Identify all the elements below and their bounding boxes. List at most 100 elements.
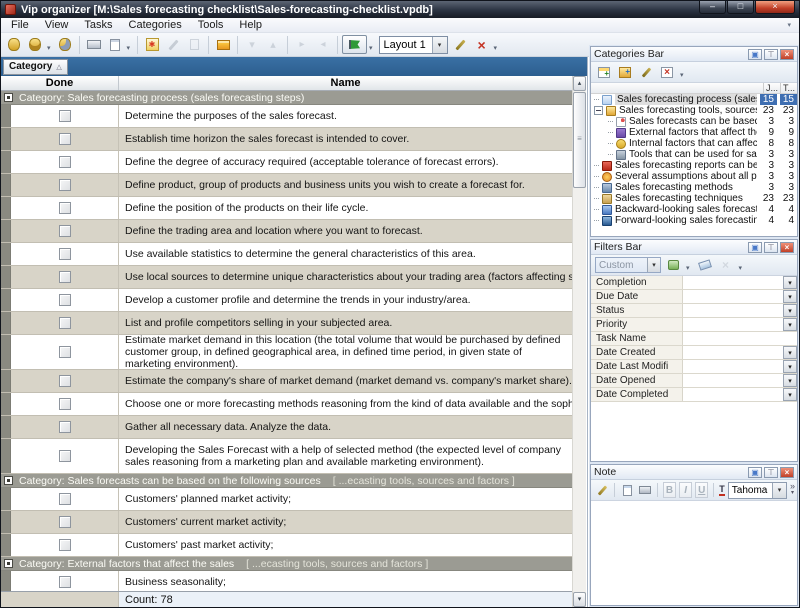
task-checkbox[interactable] bbox=[59, 450, 71, 462]
task-row[interactable]: Establish time horizon the sales forecas… bbox=[1, 128, 572, 151]
chevron-down-icon[interactable]: ▾ bbox=[493, 38, 501, 52]
close-button[interactable]: × bbox=[755, 1, 795, 14]
category-tree-item[interactable]: Sales forecasting techniques2323 bbox=[591, 193, 797, 204]
category-group-row[interactable]: Category: Sales forecasting process (sal… bbox=[1, 91, 572, 105]
new-category-icon[interactable] bbox=[595, 64, 613, 81]
filters-close-icon[interactable]: × bbox=[780, 242, 794, 253]
category-tree-item[interactable]: Sales forecasting process (sales forecas… bbox=[591, 94, 797, 105]
chevron-down-icon[interactable]: ▾ bbox=[685, 258, 693, 272]
menu-view[interactable]: View bbox=[37, 18, 77, 32]
filter-value-input[interactable] bbox=[683, 318, 783, 331]
task-row[interactable]: Use available statistics to determine th… bbox=[1, 243, 572, 266]
filter-dropdown-icon[interactable]: ▾ bbox=[783, 388, 797, 401]
chevron-down-icon[interactable]: ▾ bbox=[679, 65, 687, 79]
maximize-button[interactable]: □ bbox=[727, 1, 754, 14]
task-checkbox[interactable] bbox=[59, 202, 71, 214]
menu-tools[interactable]: Tools bbox=[190, 18, 232, 32]
chevron-down-icon[interactable]: ▾ bbox=[772, 483, 786, 498]
task-checkbox[interactable] bbox=[59, 179, 71, 191]
task-checkbox[interactable] bbox=[59, 156, 71, 168]
filter-dropdown-icon[interactable]: ▾ bbox=[783, 360, 797, 373]
task-checkbox[interactable] bbox=[59, 375, 71, 387]
filter-value-input[interactable] bbox=[683, 304, 783, 317]
chevron-down-icon[interactable]: ▾ bbox=[647, 258, 660, 272]
category-tree-item[interactable]: Several assumptions about all possible s… bbox=[591, 171, 797, 182]
task-checkbox[interactable] bbox=[59, 421, 71, 433]
category-tree-item[interactable]: Sales forecasting methods33 bbox=[591, 182, 797, 193]
menu-categories[interactable]: Categories bbox=[121, 18, 190, 32]
database-open-icon[interactable] bbox=[25, 35, 45, 55]
print-preview-icon[interactable] bbox=[105, 35, 125, 55]
categories-close-icon[interactable]: × bbox=[780, 49, 794, 60]
filter-dropdown-icon[interactable]: ▾ bbox=[783, 346, 797, 359]
task-row[interactable]: Gather all necessary data. Analyze the d… bbox=[1, 416, 572, 439]
task-row[interactable]: Define the trading area and location whe… bbox=[1, 220, 572, 243]
note-editor[interactable] bbox=[591, 501, 797, 605]
task-checkbox[interactable] bbox=[59, 493, 71, 505]
categories-float-icon[interactable]: ▣ bbox=[748, 49, 762, 60]
task-checkbox[interactable] bbox=[59, 248, 71, 260]
task-row[interactable]: Choose one or more forecasting methods r… bbox=[1, 393, 572, 416]
category-tree-item[interactable]: Tools that can be used for sales forecas… bbox=[591, 149, 797, 160]
column-header-done[interactable]: Done bbox=[1, 76, 119, 90]
scroll-up-icon[interactable]: ▴ bbox=[573, 76, 586, 91]
collapse-icon[interactable] bbox=[594, 106, 603, 115]
task-row[interactable]: Develop a customer profile and determine… bbox=[1, 289, 572, 312]
note-close-icon[interactable]: × bbox=[780, 467, 794, 478]
filter-dropdown-icon[interactable]: ▾ bbox=[783, 304, 797, 317]
scrollbar-thumb[interactable]: ≡ bbox=[573, 92, 586, 188]
group-by-category-button[interactable]: Category bbox=[3, 59, 68, 75]
task-row[interactable]: Define the position of the products on t… bbox=[1, 197, 572, 220]
chevron-down-icon[interactable]: ▾ bbox=[432, 37, 447, 53]
toolbar-overflow-icon[interactable]: »▾ bbox=[790, 483, 795, 497]
database-save-icon[interactable] bbox=[55, 35, 75, 55]
new-task-icon[interactable] bbox=[142, 35, 162, 55]
filter-dropdown-icon[interactable]: ▾ bbox=[783, 374, 797, 387]
font-combo[interactable]: Tahoma ▾ bbox=[728, 482, 787, 499]
delete-layout-icon[interactable] bbox=[472, 35, 492, 55]
vertical-scrollbar[interactable]: ▴ ≡ ▾ bbox=[572, 76, 586, 607]
task-row[interactable]: Define product, group of products and bu… bbox=[1, 174, 572, 197]
categories-pin-icon[interactable]: ⊤ bbox=[764, 49, 778, 60]
menu-help[interactable]: Help bbox=[231, 18, 270, 32]
note-float-icon[interactable]: ▣ bbox=[748, 467, 762, 478]
filters-float-icon[interactable]: ▣ bbox=[748, 242, 762, 253]
title-bar[interactable]: Vip organizer [M:\Sales forecasting chec… bbox=[1, 1, 799, 18]
chevron-down-icon[interactable]: ▾ bbox=[126, 38, 134, 52]
task-row[interactable]: Customers' planned market activity; bbox=[1, 488, 572, 511]
task-checkbox[interactable] bbox=[59, 294, 71, 306]
task-row[interactable]: Estimate market demand in this location … bbox=[1, 335, 572, 370]
column-header-name[interactable]: Name bbox=[119, 76, 572, 90]
task-checkbox[interactable] bbox=[59, 539, 71, 551]
filter-value-input[interactable] bbox=[683, 290, 783, 303]
filter-dropdown-icon[interactable]: ▾ bbox=[783, 318, 797, 331]
page-icon[interactable] bbox=[620, 482, 634, 499]
filter-preset-combo[interactable]: Custom ▾ bbox=[595, 257, 661, 273]
task-row[interactable]: Estimate the company's share of market d… bbox=[1, 370, 572, 393]
apply-filter-icon[interactable] bbox=[664, 257, 682, 274]
task-row[interactable]: Use local sources to determine unique ch… bbox=[1, 266, 572, 289]
bold-button[interactable]: B bbox=[663, 482, 676, 498]
note-pin-icon[interactable]: ⊤ bbox=[764, 467, 778, 478]
chevron-down-icon[interactable]: ▾ bbox=[46, 38, 54, 52]
task-checkbox[interactable] bbox=[59, 317, 71, 329]
category-tree-item[interactable]: External factors that affect the sales99 bbox=[591, 127, 797, 138]
categories-col2-header[interactable]: T... bbox=[780, 83, 797, 93]
filter-value-input[interactable] bbox=[683, 346, 783, 359]
category-group-row[interactable]: Category: External factors that affect t… bbox=[1, 557, 572, 571]
group-by-bar[interactable]: Category bbox=[1, 57, 587, 76]
task-checkbox[interactable] bbox=[59, 133, 71, 145]
database-new-icon[interactable] bbox=[4, 35, 24, 55]
minimize-button[interactable]: – bbox=[699, 1, 726, 14]
chevron-down-icon[interactable]: ▾ bbox=[368, 38, 376, 52]
task-row[interactable]: Determine the purposes of the sales fore… bbox=[1, 105, 572, 128]
menu-file[interactable]: File bbox=[3, 18, 37, 32]
menu-tasks[interactable]: Tasks bbox=[76, 18, 120, 32]
add-subcategory-icon[interactable] bbox=[616, 64, 634, 81]
filter-dropdown-icon[interactable]: ▾ bbox=[783, 276, 797, 289]
task-checkbox[interactable] bbox=[59, 398, 71, 410]
task-row[interactable]: Customers' current market activity; bbox=[1, 511, 572, 534]
scroll-down-icon[interactable]: ▾ bbox=[573, 592, 586, 607]
clear-filter-icon[interactable] bbox=[696, 257, 714, 274]
menu-overflow-icon[interactable]: ▾ bbox=[787, 21, 791, 29]
